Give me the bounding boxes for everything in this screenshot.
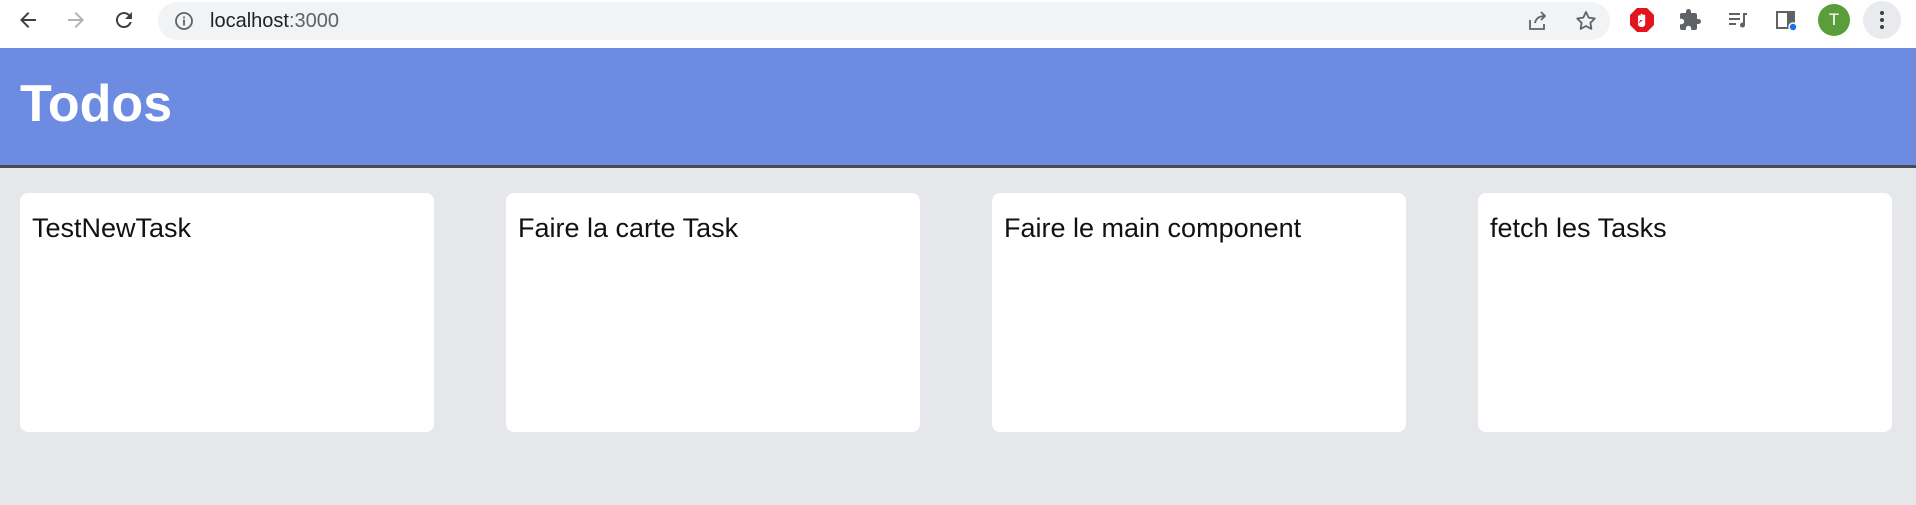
url-port: :3000 (288, 10, 339, 32)
back-icon (20, 12, 36, 28)
url-host: localhost (210, 10, 289, 32)
omnibox-actions (1514, 2, 1610, 40)
task-title: TestNewTask (32, 213, 192, 243)
reload-button[interactable] (104, 0, 144, 40)
task-title: Faire le main component (1004, 213, 1302, 243)
media-control-button[interactable] (1714, 0, 1762, 40)
task-title: fetch les Tasks (1490, 213, 1667, 243)
kebab-menu-icon (1863, 1, 1901, 39)
reload-icon (115, 12, 132, 29)
forward-icon (68, 12, 84, 28)
back-button[interactable] (8, 0, 48, 40)
side-panel-button[interactable] (1762, 0, 1810, 40)
adblock-extension-button[interactable] (1618, 0, 1666, 40)
extensions-button[interactable] (1666, 0, 1714, 40)
profile-button[interactable]: T (1810, 0, 1858, 40)
bookmark-button[interactable] (1562, 2, 1610, 40)
chrome-menu-button[interactable] (1858, 0, 1906, 40)
task-card[interactable]: Faire le main component (992, 193, 1406, 432)
task-card[interactable]: Faire la carte Task (506, 193, 920, 432)
info-icon[interactable] (174, 11, 194, 31)
app-header: Todos (0, 48, 1916, 168)
forward-button[interactable] (56, 0, 96, 40)
browser-toolbar: localhost:3000 T (0, 0, 1916, 48)
avatar: T (1818, 4, 1850, 36)
side-panel-icon (1776, 11, 1798, 32)
share-icon (1529, 11, 1547, 30)
task-card[interactable]: TestNewTask (20, 193, 434, 432)
task-title: Faire la carte Task (518, 213, 739, 243)
star-icon (1576, 11, 1596, 30)
media-queue-icon (1729, 13, 1747, 28)
task-card[interactable]: fetch les Tasks (1478, 193, 1892, 432)
address-bar[interactable]: localhost:3000 (158, 2, 1610, 40)
url-text[interactable]: localhost:3000 (210, 10, 339, 33)
extensions-area: T (1618, 0, 1906, 40)
share-button[interactable] (1514, 2, 1562, 40)
page-title: Todos (20, 75, 173, 133)
puzzle-icon (1680, 9, 1701, 30)
adblock-icon (1630, 8, 1654, 32)
